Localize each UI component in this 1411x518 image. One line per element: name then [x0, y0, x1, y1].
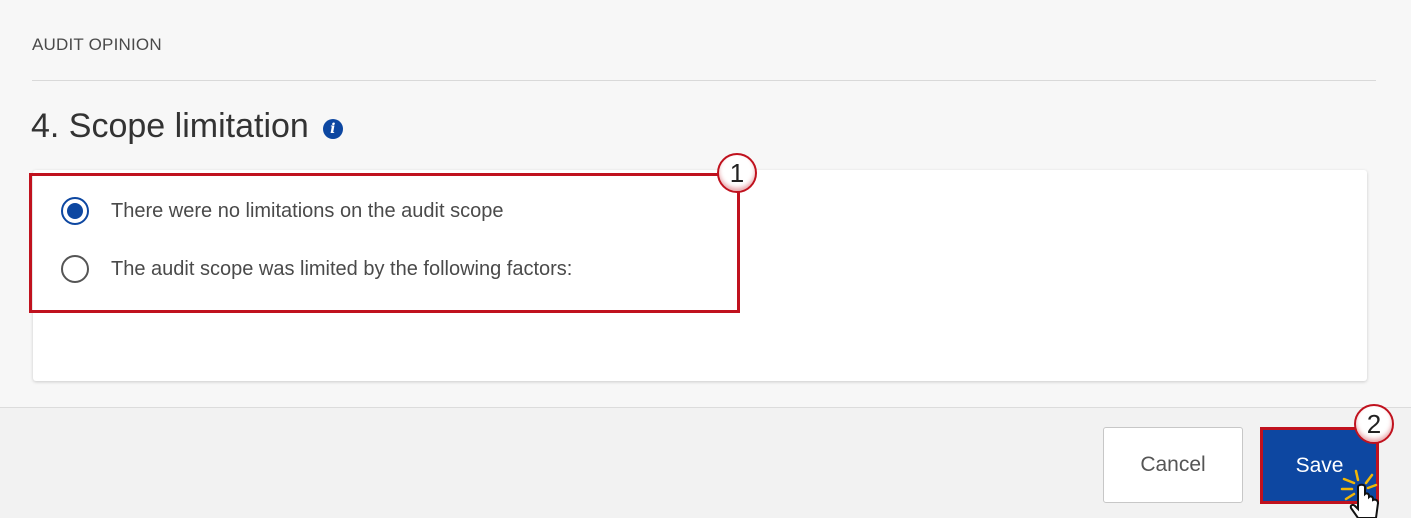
header-divider — [32, 80, 1376, 81]
hand-pointer-cursor-icon — [1340, 469, 1380, 518]
info-icon[interactable]: i — [322, 118, 343, 139]
callout-highlight-box — [29, 173, 740, 313]
callout-marker-2: 2 — [1354, 404, 1394, 444]
section-title-text: 4. Scope limitation — [31, 107, 309, 145]
cancel-button[interactable]: Cancel — [1103, 427, 1243, 503]
callout-marker-1: 1 — [717, 153, 757, 193]
section-header: AUDIT OPINION — [32, 35, 162, 54]
section-title: 4. Scope limitation i — [31, 107, 343, 146]
